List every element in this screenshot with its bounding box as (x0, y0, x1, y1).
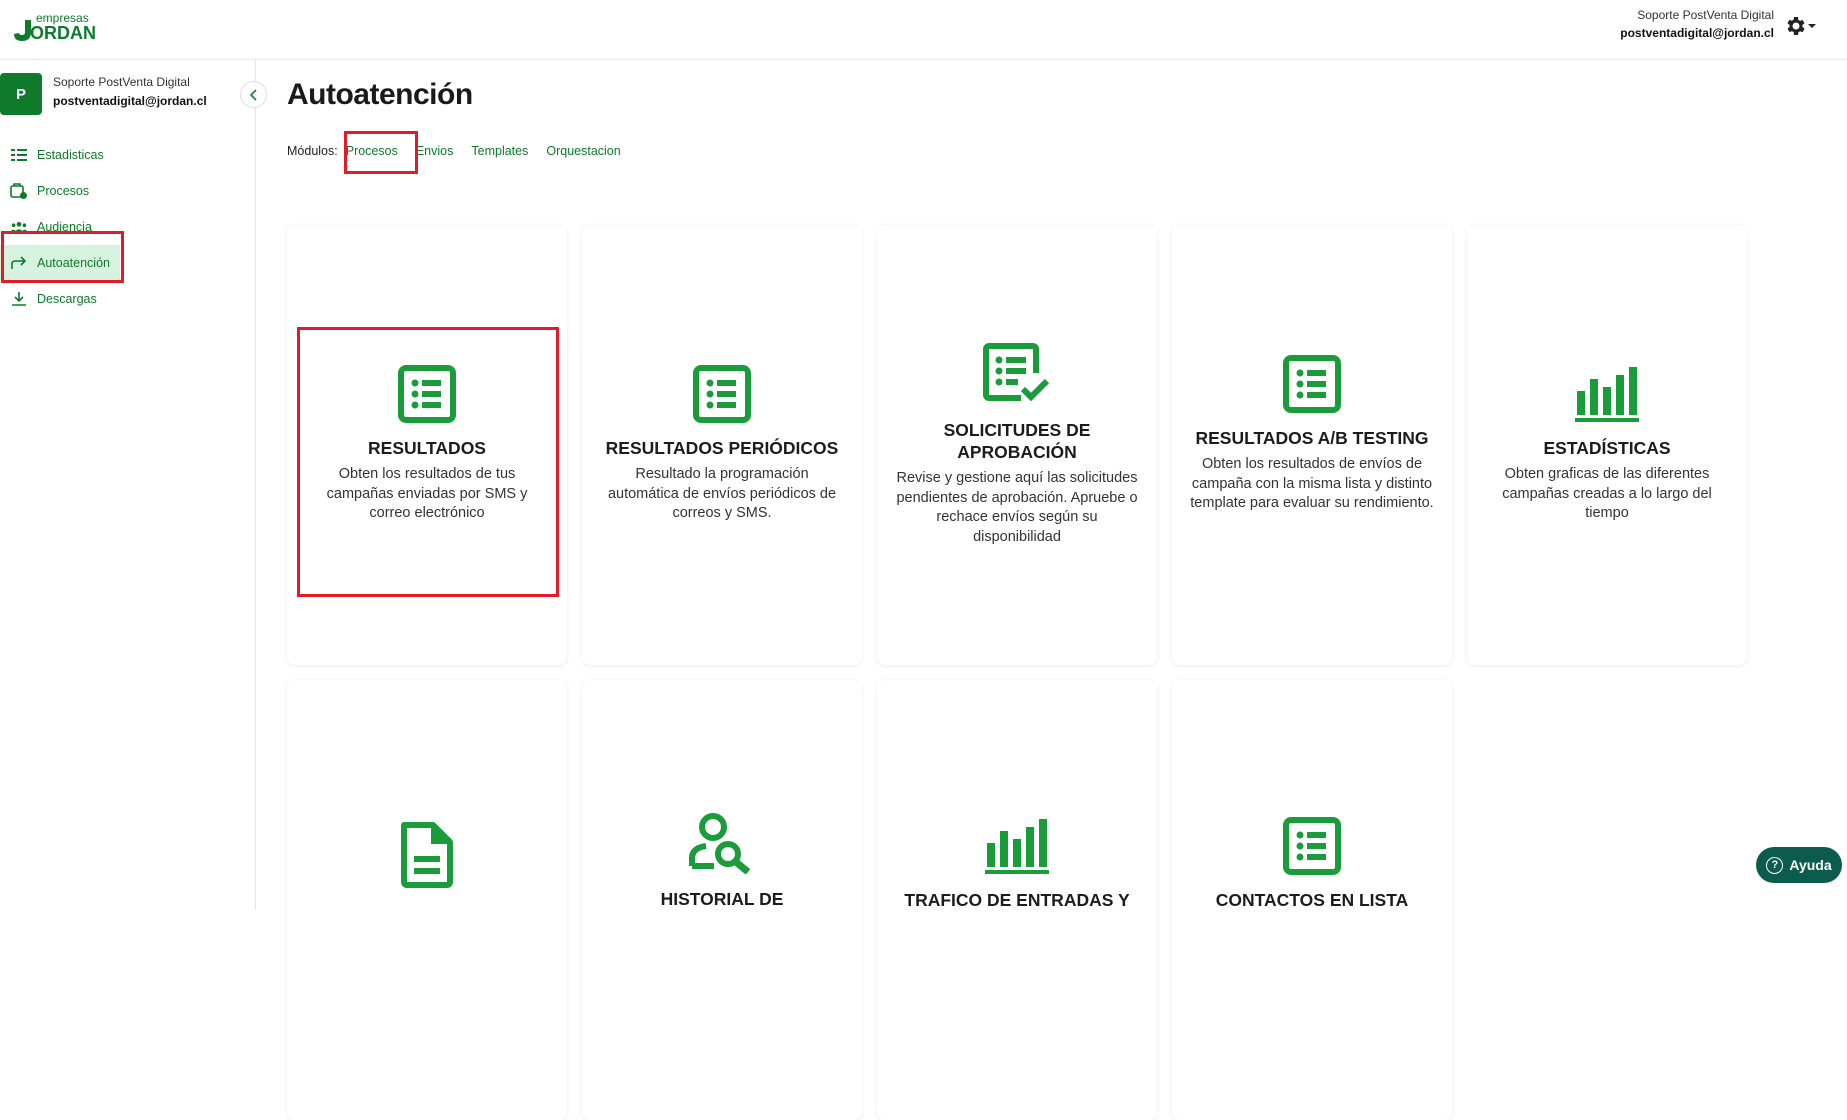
document-icon (305, 822, 549, 888)
bar-chart-icon (895, 817, 1139, 875)
modules-nav: Módulos: Procesos Envios Templates Orque… (287, 144, 639, 158)
sidebar-item-label: Estadisticas (37, 148, 104, 162)
sidebar-item-autoatencion[interactable]: Autoatención (0, 245, 120, 281)
card-description: Revise y gestione aquí las solicitudes p… (895, 469, 1139, 547)
question-icon: ? (1766, 857, 1783, 874)
card-resultados-ab-testing[interactable]: RESULTADOS A/B TESTING Obten los resulta… (1172, 225, 1452, 665)
user-search-icon (600, 812, 844, 874)
card-documento[interactable] (287, 680, 567, 1120)
card-title: HISTORIAL DE (600, 888, 844, 910)
card-description: Obten graficas de las diferentes campaña… (1485, 465, 1729, 524)
list-icon (305, 365, 549, 423)
card-title: RESULTADOS PERIÓDICOS (600, 437, 844, 459)
help-label: Ayuda (1789, 857, 1831, 873)
card-historial[interactable]: HISTORIAL DE (582, 680, 862, 1120)
card-title: RESULTADOS (305, 437, 549, 459)
module-link-envios[interactable]: Envios (416, 144, 454, 158)
audience-icon (10, 218, 28, 236)
sidebar-item-label: Autoatención (37, 256, 110, 270)
sidebar-item-descargas[interactable]: Descargas (0, 281, 256, 317)
top-user-name: Soporte PostVenta Digital (1620, 8, 1774, 23)
card-title: TRAFICO DE ENTRADAS Y (895, 889, 1139, 911)
sidebar-item-label: Descargas (37, 292, 97, 306)
card-description: Obten los resultados de tus campañas env… (305, 465, 549, 524)
main-content: Autoatención Módulos: Procesos Envios Te… (257, 60, 1847, 910)
module-link-templates[interactable]: Templates (471, 144, 528, 158)
top-user-email: postventadigital@jordan.cl (1620, 23, 1774, 43)
module-link-orquestacion[interactable]: Orquestacion (546, 144, 620, 158)
list-icon (1190, 355, 1434, 413)
card-title: SOLICITUDES DE APROBACIÓN (895, 419, 1139, 463)
share-arrow-icon (10, 254, 28, 272)
download-icon (10, 290, 28, 308)
card-resultados[interactable]: RESULTADOS Obten los resultados de tus c… (287, 225, 567, 665)
top-user-info: Soporte PostVenta Digital postventadigit… (1620, 8, 1774, 43)
sidebar-user: P Soporte PostVenta Digital postventadig… (0, 73, 256, 117)
card-resultados-periodicos[interactable]: RESULTADOS PERIÓDICOS Resultado la progr… (582, 225, 862, 665)
sidebar-user-email: postventadigital@jordan.cl (53, 94, 207, 108)
modules-label: Módulos: (287, 144, 338, 158)
stats-list-icon (10, 146, 28, 164)
jordan-logo[interactable]: empresas ORDAN (10, 10, 112, 44)
card-description: Obten los resultados de envíos de campañ… (1190, 455, 1434, 514)
sidebar-item-label: Procesos (37, 184, 89, 198)
avatar: P (0, 73, 42, 115)
card-description: Resultado la programación automática de … (600, 465, 844, 524)
card-trafico[interactable]: TRAFICO DE ENTRADAS Y (877, 680, 1157, 1120)
sidebar-item-label: Audiencia (37, 220, 92, 234)
list-icon (1190, 817, 1434, 875)
card-contactos-lista[interactable]: CONTACTOS EN LISTA (1172, 680, 1452, 1120)
gear-icon (1783, 14, 1807, 38)
help-button[interactable]: ? Ayuda (1756, 847, 1842, 883)
top-bar: empresas ORDAN Soporte PostVenta Digital… (0, 0, 1847, 60)
sidebar-user-name: Soporte PostVenta Digital (53, 75, 190, 89)
card-title: CONTACTOS EN LISTA (1190, 889, 1434, 911)
sidebar-item-procesos[interactable]: Procesos (0, 173, 256, 209)
page-title: Autoatención (287, 78, 473, 112)
list-icon (600, 365, 844, 423)
logo-bottom-text: ORDAN (30, 23, 96, 43)
sidebar-item-estadisticas[interactable]: Estadisticas (0, 137, 256, 173)
card-title: ESTADÍSTICAS (1485, 437, 1729, 459)
list-check-icon (895, 343, 1139, 405)
card-estadisticas[interactable]: ESTADÍSTICAS Obten graficas de las difer… (1467, 225, 1747, 665)
caret-down-icon (1807, 21, 1817, 31)
sidebar: P Soporte PostVenta Digital postventadig… (0, 60, 256, 910)
sidebar-nav: Estadisticas Procesos Audiencia Autoaten… (0, 137, 256, 317)
card-solicitudes-aprobacion[interactable]: SOLICITUDES DE APROBACIÓN Revise y gesti… (877, 225, 1157, 665)
module-link-procesos[interactable]: Procesos (346, 144, 398, 158)
process-icon (10, 182, 28, 200)
bar-chart-icon (1485, 365, 1729, 423)
settings-menu-button[interactable] (1783, 13, 1823, 39)
sidebar-item-audiencia[interactable]: Audiencia (0, 209, 256, 245)
card-title: RESULTADOS A/B TESTING (1190, 427, 1434, 449)
